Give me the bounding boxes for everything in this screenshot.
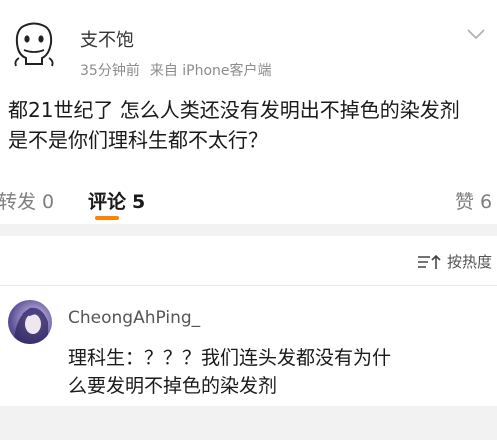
repost-count: 0 [42, 191, 55, 213]
post-author-name[interactable]: 支不饱 [80, 26, 134, 52]
comment-tab[interactable]: 评论 5 [88, 187, 145, 214]
action-bar: 转发 0 评论 5 赞6 [0, 172, 497, 224]
active-tab-indicator [95, 216, 119, 220]
post-time: 35分钟前 [80, 63, 140, 79]
commenter-name[interactable]: CheongAhPing_ [68, 308, 200, 328]
sort-icon [418, 254, 441, 269]
post-body: 都21世纪了 怎么人类还没有发明出不掉色的染发剂 是不是你们理科生都不太行？ [8, 95, 493, 155]
sort-label: 按热度 [447, 253, 493, 271]
commenter-avatar[interactable] [8, 300, 52, 344]
sort-by-hot-button[interactable]: 按热度 [417, 251, 492, 272]
comment-text-line: 么要发明不掉色的染发剂 [68, 375, 278, 397]
divider [0, 285, 497, 286]
repost-label: 转发 [0, 191, 37, 213]
comment-count: 5 [132, 191, 146, 213]
post-source: 来自 iPhone客户端 [149, 63, 272, 79]
anime-avatar-icon [14, 307, 48, 344]
cartoon-face-icon [14, 22, 54, 67]
post-text-line: 是不是你们理科生都不太行？ [8, 128, 268, 152]
comment-section: 按热度 CheongAhPing_ 理科生：？？？我们连头发都没有为什 么要发明… [0, 236, 497, 406]
post-card: 支不饱 35分钟前 来自 iPhone客户端 都21世纪了 怎么人类还没有发明出不… [0, 0, 497, 172]
comment-text: 理科生：？？？我们连头发都没有为什 么要发明不掉色的染发剂 [68, 344, 493, 400]
section-divider [0, 224, 497, 236]
like-label: 赞 [455, 191, 475, 213]
chevron-down-icon[interactable] [466, 27, 486, 41]
comment-label: 评论 [88, 191, 127, 213]
comment-text-line: 理科生：？？？我们连头发都没有为什 [68, 347, 392, 369]
like-tab[interactable]: 赞6 [455, 187, 492, 214]
repost-tab[interactable]: 转发 0 [0, 187, 54, 214]
avatar[interactable] [8, 17, 60, 69]
like-count: 6 [480, 191, 493, 213]
post-text-line: 都21世纪了 怎么人类还没有发明出不掉色的染发剂 [8, 98, 460, 122]
post-meta: 35分钟前 来自 iPhone客户端 [80, 60, 282, 80]
